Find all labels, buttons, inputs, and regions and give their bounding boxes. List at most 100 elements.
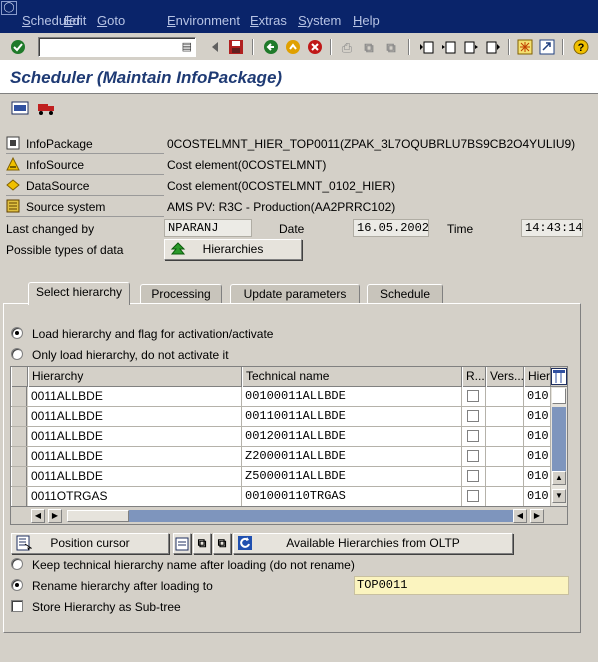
history-icon[interactable]: ▤ bbox=[182, 40, 192, 53]
version-cell bbox=[486, 487, 524, 506]
scroll-top-area[interactable] bbox=[552, 388, 566, 404]
last-changed-label: Last changed by bbox=[6, 222, 95, 236]
system-menu-icon[interactable]: ◯ bbox=[1, 1, 17, 15]
hierarchy-cell: 0011ALLBDE bbox=[28, 407, 242, 426]
next-page-icon[interactable] bbox=[462, 38, 480, 56]
menu-help[interactable]: Help bbox=[353, 13, 380, 28]
transport-icon[interactable] bbox=[36, 99, 56, 117]
row-checkbox[interactable] bbox=[467, 390, 479, 402]
print-icon[interactable]: ⎙ bbox=[338, 38, 356, 56]
enter-icon[interactable] bbox=[9, 38, 27, 56]
keep-name-radio[interactable] bbox=[11, 558, 23, 570]
scroll-page-left-icon[interactable]: ◀ bbox=[513, 509, 527, 523]
rename-hierarchy-input[interactable]: TOP0011 bbox=[354, 576, 569, 595]
back-icon[interactable] bbox=[262, 38, 280, 56]
table-row[interactable]: 0011ALLBDE Z2000011ALLBDE 010: bbox=[11, 447, 567, 467]
infosource-icon bbox=[6, 156, 20, 171]
tab-schedule[interactable]: Schedule bbox=[367, 284, 443, 304]
select-all-cell[interactable] bbox=[11, 367, 28, 387]
rename-radio[interactable] bbox=[11, 579, 23, 591]
find-next-icon[interactable]: ⧉ bbox=[382, 38, 400, 56]
row-selector[interactable] bbox=[11, 487, 27, 506]
infopackage-display-icon[interactable] bbox=[10, 99, 30, 117]
first-page-icon[interactable] bbox=[418, 38, 436, 56]
shortcut-icon[interactable] bbox=[538, 38, 556, 56]
find-icon[interactable]: ⧉ bbox=[193, 533, 211, 554]
row-selector[interactable] bbox=[11, 387, 27, 406]
find-next-icon[interactable]: ⧉ bbox=[213, 533, 231, 554]
find-icon[interactable]: ⧉ bbox=[360, 38, 378, 56]
tab-select-hierarchy[interactable]: Select hierarchy bbox=[28, 282, 130, 305]
row-selector[interactable] bbox=[11, 427, 27, 446]
horizontal-scrollbar[interactable]: ◀ ▶ ◀ ▶ bbox=[11, 506, 567, 524]
table-row[interactable]: 0011ALLBDE 00110011ALLBDE 010: bbox=[11, 407, 567, 427]
row-selector[interactable] bbox=[11, 407, 27, 426]
last-page-icon[interactable] bbox=[484, 38, 502, 56]
scroll-right-small-icon[interactable]: ▶ bbox=[48, 509, 62, 523]
row-checkbox[interactable] bbox=[467, 450, 479, 462]
scroll-up-icon[interactable]: ▲ bbox=[552, 471, 566, 485]
menu-edit[interactable]: Edit bbox=[64, 13, 86, 28]
tab-update-parameters[interactable]: Update parameters bbox=[230, 284, 360, 304]
menu-extras[interactable]: Extras bbox=[250, 13, 287, 28]
create-session-icon[interactable] bbox=[516, 38, 534, 56]
technical-name-cell: 00120011ALLBDE bbox=[242, 427, 462, 446]
cancel-icon[interactable] bbox=[306, 38, 324, 56]
r-cell bbox=[462, 427, 486, 446]
position-cursor-button[interactable]: Position cursor bbox=[11, 533, 169, 554]
scroll-down-icon[interactable]: ▼ bbox=[552, 489, 566, 503]
hier-cell: 010: bbox=[524, 447, 551, 466]
table-row[interactable]: 0011OTRGAS 001000110TRGAS 010: bbox=[11, 487, 567, 507]
column-technical-name[interactable]: Technical name bbox=[242, 367, 462, 387]
hier-cell: 010: bbox=[524, 487, 551, 506]
menu-system[interactable]: System bbox=[298, 13, 341, 28]
row-checkbox[interactable] bbox=[467, 410, 479, 422]
exit-icon[interactable] bbox=[284, 38, 302, 56]
column-settings-icon[interactable] bbox=[551, 368, 567, 385]
previous-page-icon[interactable] bbox=[440, 38, 458, 56]
vertical-scroll-thumb[interactable] bbox=[552, 407, 566, 471]
tab-processing[interactable]: Processing bbox=[140, 284, 222, 304]
help-icon[interactable]: ? bbox=[572, 38, 590, 56]
menu-goto[interactable]: Goto bbox=[97, 13, 125, 28]
hier-cell: 010: bbox=[524, 387, 551, 406]
column-hierarchy[interactable]: Hierarchy bbox=[28, 367, 242, 387]
technical-name-cell: 001000110TRGAS bbox=[242, 487, 462, 506]
table-row[interactable]: 0011ALLBDE 00100011ALLBDE 010: bbox=[11, 387, 567, 407]
table-row[interactable]: 0011ALLBDE Z5000011ALLBDE 010: bbox=[11, 467, 567, 487]
rename-label: Rename hierarchy after loading to bbox=[32, 579, 213, 593]
load-activate-radio[interactable] bbox=[11, 327, 23, 339]
row-checkbox[interactable] bbox=[467, 430, 479, 442]
row-checkbox[interactable] bbox=[467, 490, 479, 502]
column-version[interactable]: Vers... bbox=[486, 367, 524, 387]
horizontal-scroll-track[interactable] bbox=[67, 510, 519, 522]
hierarchy-tree-icon bbox=[170, 242, 186, 262]
technical-name-cell: 00110011ALLBDE bbox=[242, 407, 462, 426]
column-r[interactable]: R... bbox=[462, 367, 486, 387]
menu-environment[interactable]: Environment bbox=[167, 13, 240, 28]
row-selector[interactable] bbox=[11, 447, 27, 466]
keep-name-label: Keep technical hierarchy name after load… bbox=[32, 558, 355, 572]
version-cell bbox=[486, 467, 524, 486]
row-selector[interactable] bbox=[11, 467, 27, 486]
row-checkbox[interactable] bbox=[467, 470, 479, 482]
scroll-left-icon[interactable]: ◀ bbox=[31, 509, 45, 523]
title-bar: Scheduler (Maintain InfoPackage) bbox=[0, 61, 598, 94]
vertical-scrollbar[interactable]: ▲ ▼ bbox=[551, 387, 567, 506]
table-row[interactable]: 0011ALLBDE 00120011ALLBDE 010: bbox=[11, 427, 567, 447]
save-icon[interactable] bbox=[227, 38, 245, 56]
tab-strip: Select hierarchy Processing Update param… bbox=[0, 282, 598, 305]
datasource-value: Cost element(0COSTELMNT_0102_HIER) bbox=[167, 179, 396, 193]
column-hier[interactable]: Hier bbox=[524, 367, 551, 387]
command-field[interactable]: ▤ bbox=[38, 37, 196, 57]
r-cell bbox=[462, 467, 486, 486]
hier-cell: 010: bbox=[524, 427, 551, 446]
scroll-page-right-icon[interactable]: ▶ bbox=[530, 509, 544, 523]
back-arrow-icon[interactable] bbox=[206, 38, 224, 56]
load-only-radio[interactable] bbox=[11, 348, 23, 360]
hierarchies-button[interactable]: Hierarchies bbox=[164, 239, 302, 260]
store-subtree-checkbox[interactable] bbox=[11, 600, 23, 612]
select-all-icon[interactable] bbox=[173, 533, 191, 554]
available-hierarchies-button[interactable]: Available Hierarchies from OLTP bbox=[233, 533, 513, 554]
horizontal-scroll-thumb[interactable] bbox=[67, 510, 129, 522]
